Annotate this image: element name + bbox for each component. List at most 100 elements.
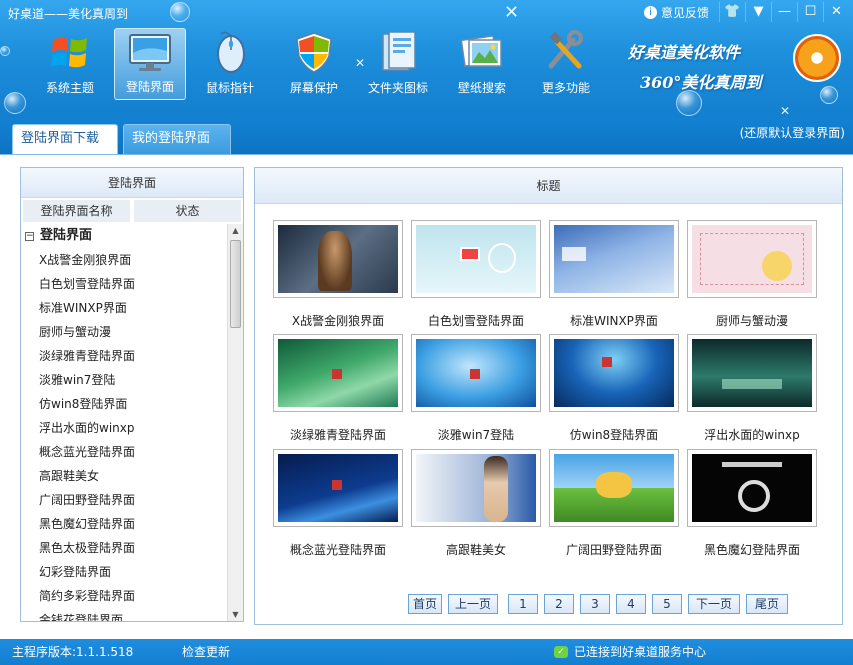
list-item[interactable]: 仿win8登陆界面 bbox=[21, 392, 227, 416]
minimize-button[interactable]: — bbox=[771, 2, 797, 22]
menu-icon: ▼ bbox=[753, 4, 764, 19]
column-header-status[interactable]: 状态 bbox=[134, 200, 241, 222]
list-item[interactable]: 高跟鞋美女 bbox=[21, 464, 227, 488]
scroll-up-icon[interactable]: ▲ bbox=[228, 224, 243, 238]
list-item[interactable]: 广阔田野登陆界面 bbox=[21, 488, 227, 512]
toolbar-system-theme[interactable]: 系统主题 bbox=[30, 28, 110, 100]
list-item[interactable]: 简约多彩登陆界面 bbox=[21, 584, 227, 608]
page-next-button[interactable]: 下一页 bbox=[688, 594, 740, 614]
list-item[interactable]: 黑色太极登陆界面 bbox=[21, 536, 227, 560]
maximize-button[interactable]: ☐ bbox=[797, 2, 823, 22]
menu-button[interactable]: ▼ bbox=[745, 2, 771, 22]
list-item[interactable]: 金钱花登陆界面 bbox=[21, 608, 227, 621]
page-last-button[interactable]: 尾页 bbox=[746, 594, 788, 614]
thumbnail-frame[interactable] bbox=[273, 334, 403, 412]
thumbnail-card[interactable]: 白色划雪登陆界面 bbox=[411, 220, 541, 328]
page-4-button[interactable]: 4 bbox=[616, 594, 646, 614]
toolbar-login-screen[interactable]: 登陆界面 bbox=[114, 28, 186, 100]
thumbnail-image bbox=[692, 339, 812, 407]
page-first-button[interactable]: 首页 bbox=[408, 594, 442, 614]
page-2-button[interactable]: 2 bbox=[544, 594, 574, 614]
feedback-button[interactable]: i 意见反馈 bbox=[643, 4, 709, 21]
close-button[interactable]: ✕ bbox=[823, 2, 849, 22]
list-item[interactable]: 标准WINXP界面 bbox=[21, 296, 227, 320]
toolbar-folder-icons[interactable]: 文件夹图标 bbox=[358, 28, 438, 100]
preview-panel-header: 标题 bbox=[255, 168, 842, 204]
toolbar-label: 屏幕保护 bbox=[289, 81, 338, 95]
close-icon: ✕ bbox=[831, 4, 842, 19]
toolbar-mouse-pointer[interactable]: 鼠标指针 bbox=[190, 28, 270, 100]
thumbnail-frame[interactable] bbox=[549, 334, 679, 412]
window-controls: i 意见反馈 👕 ▼ — ☐ ✕ bbox=[643, 2, 849, 22]
window-title: 好桌道——美化真周到 bbox=[8, 7, 129, 21]
tree-root[interactable]: − 登陆界面 bbox=[21, 224, 227, 248]
page-prev-button[interactable]: 上一页 bbox=[448, 594, 498, 614]
thumbnail-frame[interactable] bbox=[411, 449, 541, 527]
thumbnail-card[interactable]: 淡绿雅青登陆界面 bbox=[273, 334, 403, 442]
tab-strip: 登陆界面下载 我的登陆界面 (还原默认登录界面) bbox=[0, 118, 853, 154]
main-toolbar: 系统主题 登陆界面 鼠标指针 屏幕保护 文件夹图标 壁纸搜索 更多功能 bbox=[30, 28, 610, 100]
thumbnail-image bbox=[554, 454, 674, 522]
thumbnail-caption: 白色划雪登陆界面 bbox=[427, 314, 524, 328]
toolbar-wallpaper-search[interactable]: 壁纸搜索 bbox=[442, 28, 522, 100]
thumbnail-frame[interactable] bbox=[549, 220, 679, 298]
list-scrollbar[interactable]: ▲ ▼ bbox=[227, 224, 243, 621]
thumbnail-caption: 标准WINXP界面 bbox=[570, 314, 658, 328]
thumbnail-card[interactable]: 标准WINXP界面 bbox=[549, 220, 679, 328]
thumbnail-card[interactable]: 高跟鞋美女 bbox=[411, 449, 541, 557]
list-item[interactable]: 黑色魔幻登陆界面 bbox=[21, 512, 227, 536]
info-icon: i bbox=[643, 5, 657, 19]
restore-default-link[interactable]: (还原默认登录界面) bbox=[740, 124, 845, 141]
list-item[interactable]: 概念蓝光登陆界面 bbox=[21, 440, 227, 464]
thumbnail-card[interactable]: 概念蓝光登陆界面 bbox=[273, 449, 403, 557]
thumbnail-frame[interactable] bbox=[273, 220, 403, 298]
scroll-thumb[interactable] bbox=[230, 240, 241, 328]
list-item[interactable]: 淡雅win7登陆 bbox=[21, 368, 227, 392]
bubble-decoration bbox=[4, 92, 26, 114]
thumbnail-frame[interactable] bbox=[411, 220, 541, 298]
toolbar-screensaver[interactable]: 屏幕保护 bbox=[274, 28, 354, 100]
page-3-button[interactable]: 3 bbox=[580, 594, 610, 614]
thumbnail-caption: 厨师与蟹动漫 bbox=[715, 314, 788, 328]
column-header-name[interactable]: 登陆界面名称 bbox=[23, 200, 130, 222]
thumbnail-frame[interactable] bbox=[273, 449, 403, 527]
list-item[interactable]: 淡绿雅青登陆界面 bbox=[21, 344, 227, 368]
thumbnail-card[interactable]: 广阔田野登陆界面 bbox=[549, 449, 679, 557]
monitor-icon bbox=[127, 31, 173, 75]
thumbnail-image bbox=[692, 454, 812, 522]
list-item[interactable]: 白色划雪登陆界面 bbox=[21, 272, 227, 296]
shirt-icon: 👕 bbox=[724, 4, 741, 19]
thumbnail-frame[interactable] bbox=[411, 334, 541, 412]
brand-line-1: 好桌道美化软件 bbox=[628, 43, 741, 62]
thumbnail-image bbox=[554, 225, 674, 293]
thumbnail-frame[interactable] bbox=[549, 449, 679, 527]
thumbnail-frame[interactable] bbox=[687, 334, 817, 412]
thumbnail-card[interactable]: 浮出水面的winxp bbox=[687, 334, 817, 442]
check-update-link[interactable]: 检查更新 bbox=[182, 641, 230, 663]
thumbnail-card[interactable]: 淡雅win7登陆 bbox=[411, 334, 541, 442]
list-item[interactable]: 幻彩登陆界面 bbox=[21, 560, 227, 584]
list-item[interactable]: 厨师与蟹动漫 bbox=[21, 320, 227, 344]
thumbnail-image bbox=[416, 339, 536, 407]
preview-panel: 标题 X战警金刚狼界面 白色划雪登陆界面 标准WINXP界面 厨师与蟹动漫 淡绿… bbox=[254, 167, 843, 625]
bubble-decoration bbox=[0, 46, 10, 56]
list-item[interactable]: 浮出水面的winxp bbox=[21, 416, 227, 440]
thumbnail-card[interactable]: 黑色魔幻登陆界面 bbox=[687, 449, 817, 557]
thumbnail-frame[interactable] bbox=[687, 449, 817, 527]
thumbnail-caption: 概念蓝光登陆界面 bbox=[289, 543, 386, 557]
toolbar-more-features[interactable]: 更多功能 bbox=[526, 28, 606, 100]
list-item[interactable]: X战警金刚狼界面 bbox=[21, 248, 227, 272]
tab-login-download[interactable]: 登陆界面下载 bbox=[12, 124, 118, 154]
scroll-down-icon[interactable]: ▼ bbox=[228, 608, 243, 621]
skin-button[interactable]: 👕 bbox=[719, 2, 745, 22]
thumbnail-card[interactable]: X战警金刚狼界面 bbox=[273, 220, 403, 328]
thumbnail-frame[interactable] bbox=[687, 220, 817, 298]
collapse-icon[interactable]: − bbox=[25, 231, 34, 241]
thumbnail-image bbox=[692, 225, 812, 293]
thumbnail-card[interactable]: 厨师与蟹动漫 bbox=[687, 220, 817, 328]
page-5-button[interactable]: 5 bbox=[652, 594, 682, 614]
brand-line-2: 360°美化真周到 bbox=[640, 73, 762, 92]
thumbnail-card[interactable]: 仿win8登陆界面 bbox=[549, 334, 679, 442]
tab-my-login-screens[interactable]: 我的登陆界面 bbox=[123, 124, 231, 154]
page-1-button[interactable]: 1 bbox=[508, 594, 538, 614]
